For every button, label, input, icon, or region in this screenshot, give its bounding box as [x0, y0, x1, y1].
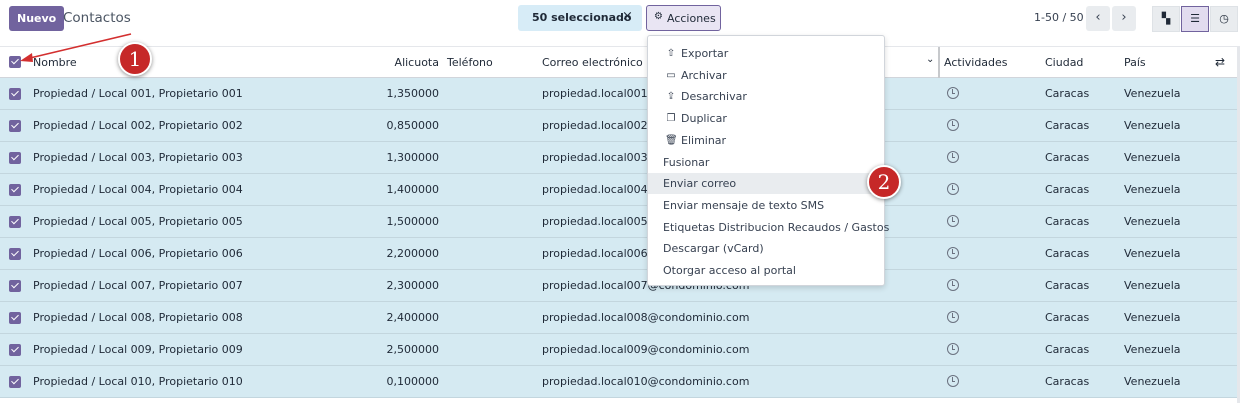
annotation-marker-1: 1	[118, 42, 152, 76]
annotation-arrow	[20, 33, 132, 62]
annotation-marker-2: 2	[867, 165, 901, 199]
